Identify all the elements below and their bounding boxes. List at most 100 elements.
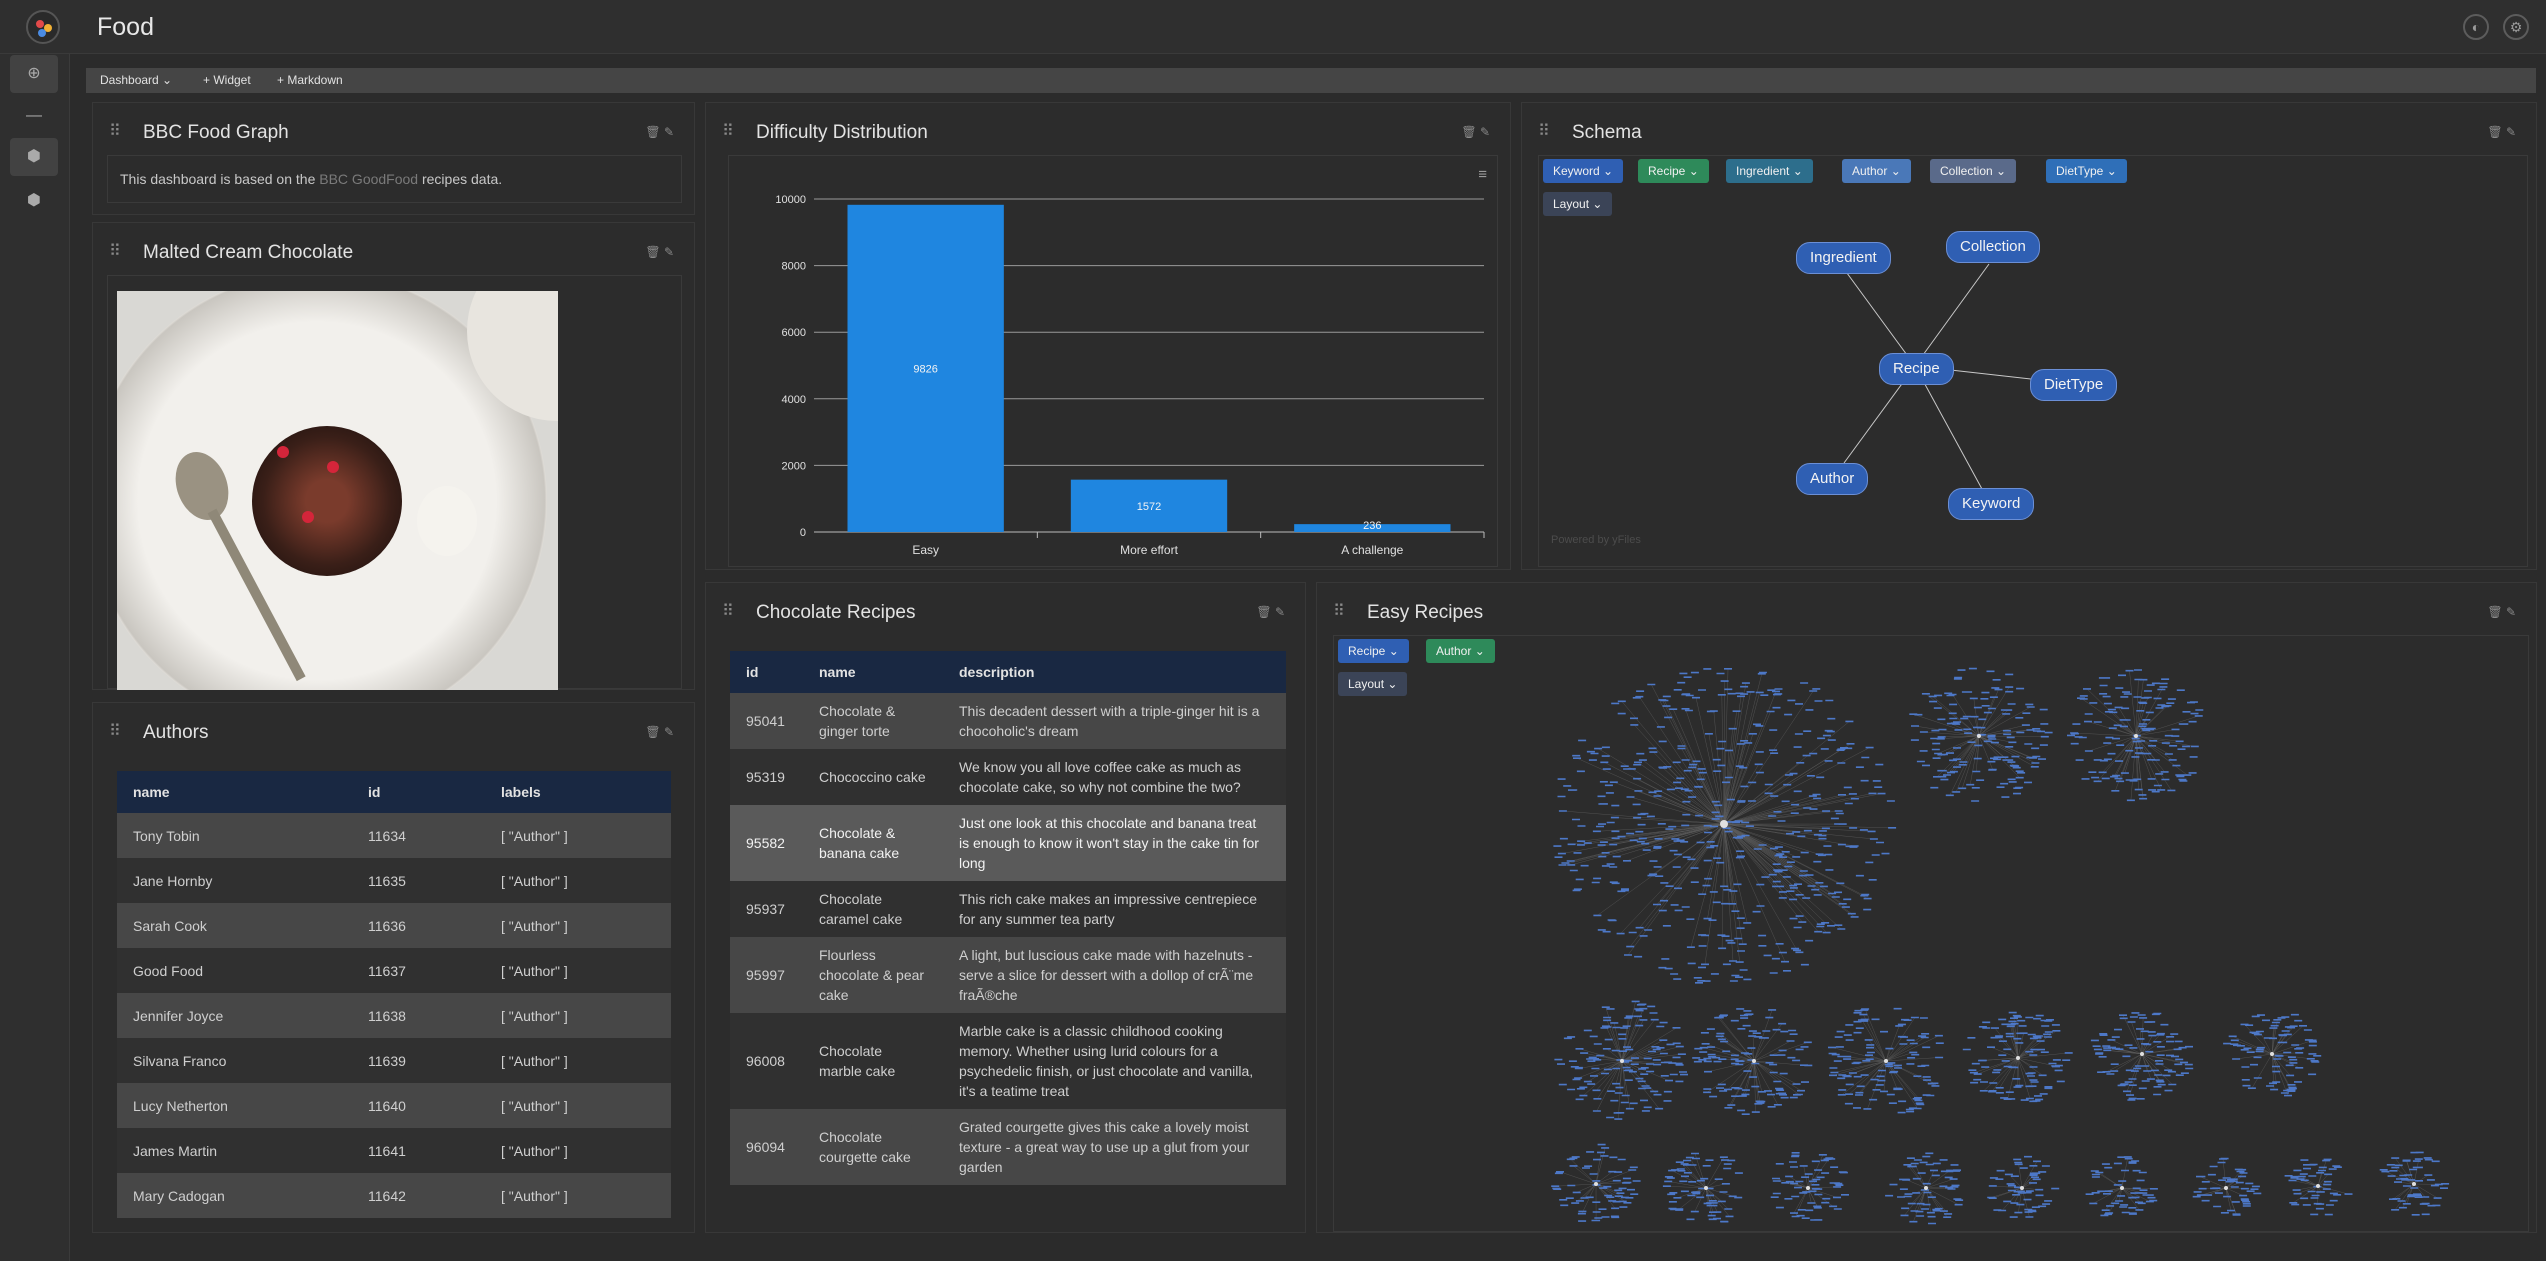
recipe-cluster[interactable] [2223,1013,2322,1097]
edit-icon[interactable]: ✎ [664,125,674,139]
recipe-cluster[interactable] [2379,1151,2450,1216]
drag-handle-icon[interactable]: ⠿ [722,121,734,141]
cluster-center-node[interactable] [2270,1052,2274,1056]
table-row[interactable]: Silvana Franco 11639[ "Author" ] [117,1038,671,1083]
sidebar-cube-icon[interactable]: ⬢ [10,182,58,220]
panel-actions[interactable]: 🗑 ✎ [1461,125,1490,139]
panel-actions[interactable]: 🗑 ✎ [1256,605,1285,619]
cluster-center-node[interactable] [2016,1056,2020,1060]
cluster-center-node[interactable] [1924,1186,1928,1190]
edit-icon[interactable]: ✎ [2506,605,2516,619]
recipe-cluster[interactable] [2085,1156,2158,1217]
table-row[interactable]: 95937 Chocolate caramel cake This rich cak… [730,881,1286,937]
app-logo-icon[interactable] [26,10,60,44]
table-row[interactable]: Tony Tobin 11634[ "Author" ] [117,813,671,858]
column-header[interactable]: description [943,651,1286,693]
theme-toggle-icon[interactable]: ◐ [2463,14,2489,40]
recipe-cluster[interactable] [1962,1011,2073,1103]
panel-actions[interactable]: 🗑 ✎ [645,245,674,259]
trash-icon[interactable]: 🗑 [645,725,660,739]
recipe-cluster[interactable] [2090,1012,2194,1101]
panel-actions[interactable]: 🗑 ✎ [645,125,674,139]
trash-icon[interactable]: 🗑 [2487,605,2502,619]
table-row[interactable]: 95319 Chococcino cake We know you all love… [730,749,1286,805]
panel-actions[interactable]: 🗑 ✎ [2487,605,2516,619]
table-row[interactable]: Good Food 11637[ "Author" ] [117,948,671,993]
trash-icon[interactable]: 🗑 [1461,125,1476,139]
add-markdown-button[interactable]: + Markdown [277,73,343,87]
recipe-cluster[interactable] [1692,1008,1813,1115]
bbc-goodfood-link[interactable]: BBC GoodFood [319,171,418,187]
table-row[interactable]: 96094 Chocolate courgette cake Grated cour… [730,1109,1286,1185]
table-row[interactable]: 95041 Chocolate & ginger torte This decade… [730,693,1286,749]
cluster-center-node[interactable] [1977,734,1981,738]
drag-handle-icon[interactable]: ⠿ [109,241,121,261]
cluster-center-node[interactable] [1806,1186,1810,1190]
recipe-cluster[interactable] [1987,1155,2060,1218]
cluster-center-node[interactable] [1720,820,1728,828]
cluster-center-node[interactable] [2412,1182,2416,1186]
edit-icon[interactable]: ✎ [664,245,674,259]
recipe-cluster[interactable] [1885,1152,1964,1225]
panel-actions[interactable]: 🗑 ✎ [645,725,674,739]
recipe-cluster[interactable] [2192,1157,2262,1216]
table-row[interactable]: 96008 Chocolate marble cake Marble cake is… [730,1013,1286,1109]
recipe-cluster[interactable] [1553,668,1897,984]
edit-icon[interactable]: ✎ [664,725,674,739]
schema-node-keyword[interactable]: Keyword [1948,488,2035,520]
sidebar-database-icon[interactable]: ⬢ [10,138,58,176]
cluster-center-node[interactable] [2140,1052,2144,1056]
cluster-center-node[interactable] [1704,1186,1708,1190]
column-header[interactable]: name [803,651,943,693]
drag-handle-icon[interactable]: ⠿ [722,601,734,621]
cluster-center-node[interactable] [1752,1059,1756,1063]
cluster-center-node[interactable] [1884,1059,1888,1063]
panel-actions[interactable]: 🗑 ✎ [2487,125,2516,139]
recipe-cluster[interactable] [2067,669,2204,802]
sidebar-collapse-icon[interactable]: — [10,97,58,135]
edit-icon[interactable]: ✎ [2506,125,2516,139]
cluster-center-node[interactable] [2224,1186,2228,1190]
chart-menu-icon[interactable]: ≡ [1478,166,1487,183]
dashboard-menu[interactable]: Dashboard ⌄ [100,73,172,87]
recipe-cluster[interactable] [1770,1152,1849,1221]
recipe-cluster[interactable] [1554,1000,1688,1120]
cluster-center-node[interactable] [2020,1186,2024,1190]
gear-icon[interactable]: ⚙ [2503,14,2529,40]
schema-node-author[interactable]: Author [1796,463,1869,495]
table-row[interactable]: Lucy Netherton 11640[ "Author" ] [117,1083,671,1128]
drag-handle-icon[interactable]: ⠿ [1538,121,1550,141]
drag-handle-icon[interactable]: ⠿ [109,721,121,741]
recipe-cluster[interactable] [2284,1158,2353,1216]
table-row[interactable]: Jane Hornby 11635[ "Author" ] [117,858,671,903]
drag-handle-icon[interactable]: ⠿ [1333,601,1345,621]
recipe-cluster[interactable] [1551,1143,1641,1222]
recipe-cluster[interactable] [1909,667,2053,802]
schema-node-ingredient[interactable]: Ingredient [1796,242,1891,274]
cluster-center-node[interactable] [2120,1186,2124,1190]
trash-icon[interactable]: 🗑 [645,125,660,139]
trash-icon[interactable]: 🗑 [645,245,660,259]
recipe-cluster[interactable] [1662,1152,1743,1223]
table-row[interactable]: James Martin 11641[ "Author" ] [117,1128,671,1173]
schema-node-recipe[interactable]: Recipe [1879,353,1954,385]
add-widget-button[interactable]: + Widget [203,73,251,87]
column-header[interactable]: id [352,771,485,813]
column-header[interactable]: labels [485,771,671,813]
sidebar-add-icon[interactable]: ⊕ [10,55,58,93]
cluster-center-node[interactable] [2316,1184,2320,1188]
cluster-center-node[interactable] [2134,734,2138,738]
table-row[interactable]: 95997 Flourless chocolate & pear cake A li… [730,937,1286,1013]
table-row[interactable]: Jennifer Joyce 11638[ "Author" ] [117,993,671,1038]
column-header[interactable]: name [117,771,352,813]
recipe-cluster[interactable] [1828,1007,1944,1114]
table-row[interactable]: Mary Cadogan 11642[ "Author" ] [117,1173,671,1218]
edit-icon[interactable]: ✎ [1275,605,1285,619]
drag-handle-icon[interactable]: ⠿ [109,121,121,141]
table-row[interactable]: Sarah Cook 11636[ "Author" ] [117,903,671,948]
cluster-center-node[interactable] [1594,1182,1598,1186]
schema-node-diettype[interactable]: DietType [2030,369,2118,401]
column-header[interactable]: id [730,651,803,693]
trash-icon[interactable]: 🗑 [2487,125,2502,139]
edit-icon[interactable]: ✎ [1480,125,1490,139]
